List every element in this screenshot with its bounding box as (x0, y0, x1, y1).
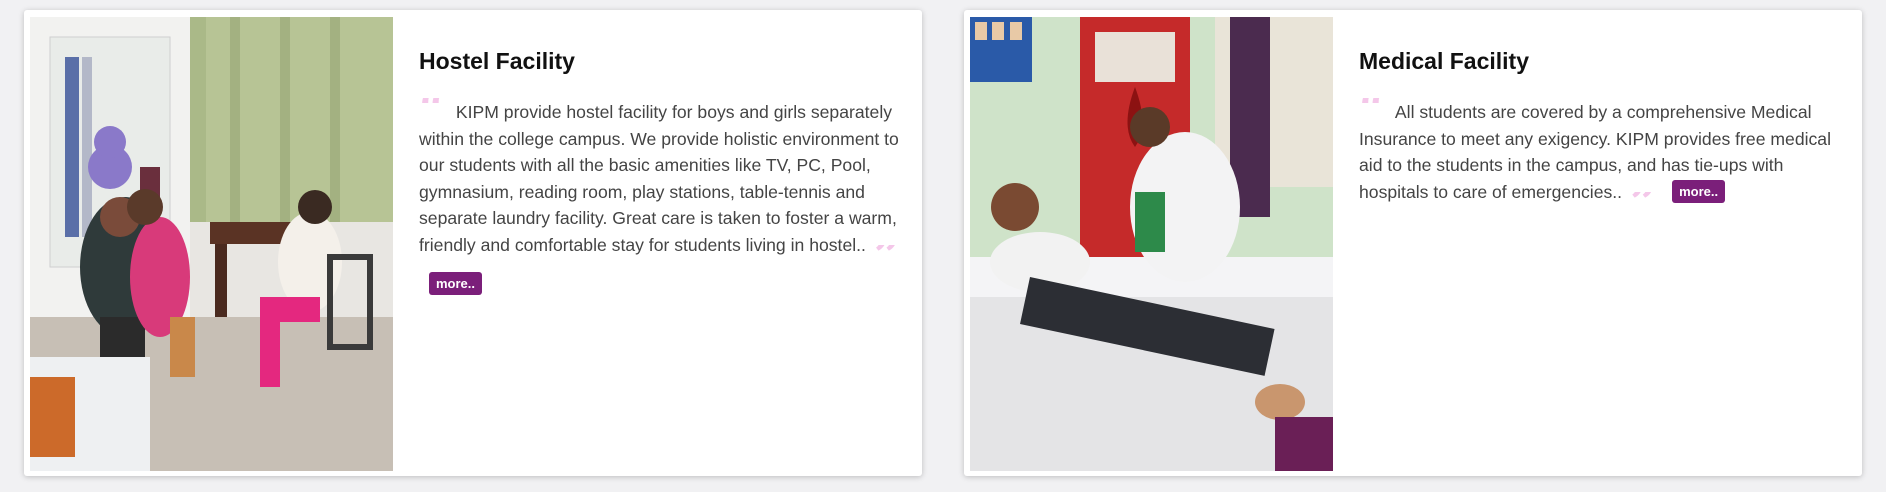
hostel-room-image (30, 17, 393, 471)
more-button[interactable]: more.. (429, 271, 483, 295)
medical-photo (970, 17, 1333, 471)
medical-content: Medical Facility “ All students are cove… (1359, 46, 1849, 218)
hostel-content: Hostel Facility “ KIPM provide hostel fa… (419, 46, 909, 297)
card-title: Medical Facility (1359, 48, 1530, 74)
card-title: Hostel Facility (419, 48, 575, 74)
medical-facility-card: Medical Facility “ All students are cove… (964, 10, 1862, 476)
quote-close-icon: ” (1630, 192, 1662, 218)
hostel-photo (30, 17, 393, 471)
card-description: “ KIPM provide hostel facility for boys … (419, 98, 909, 297)
card-body-text: All students are covered by a comprehens… (1359, 102, 1831, 202)
medical-camp-image (970, 17, 1333, 471)
quote-open-icon: “ (419, 98, 451, 124)
card-description: “ All students are covered by a comprehe… (1359, 98, 1849, 218)
more-button[interactable]: more.. (1672, 179, 1726, 203)
quote-close-icon: ” (874, 245, 906, 271)
quote-open-icon: “ (1359, 98, 1391, 124)
hostel-facility-card: Hostel Facility “ KIPM provide hostel fa… (24, 10, 922, 476)
card-body-text: KIPM provide hostel facility for boys an… (419, 102, 899, 255)
